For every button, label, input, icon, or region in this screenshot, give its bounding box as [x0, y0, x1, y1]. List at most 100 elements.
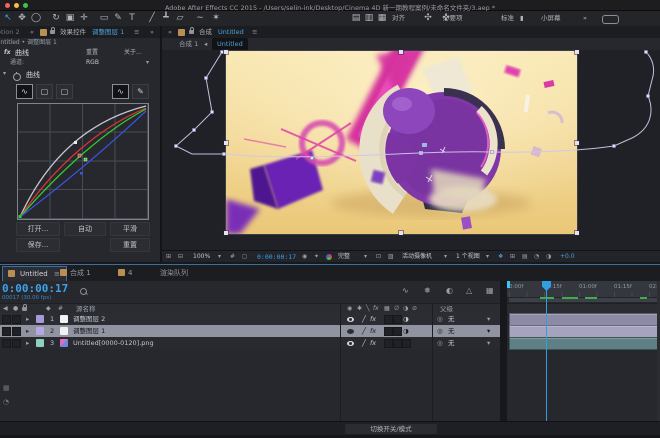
resolution-value[interactable]: 完整 — [338, 251, 350, 262]
brush-tool[interactable]: ╱ — [146, 11, 158, 26]
grid-guides-icon[interactable]: # — [230, 251, 235, 262]
curve-tool-button[interactable]: ∿ — [16, 84, 33, 99]
switch-box[interactable] — [402, 339, 411, 348]
parent-value[interactable]: 无 — [448, 337, 455, 349]
eye-icon[interactable] — [347, 317, 354, 322]
layer-row-3[interactable]: ▸ 3 Untitled[0000-0120].png ╱ fx ◎ 无 ▾ — [0, 337, 500, 349]
auto-curve-button[interactable]: 自动 — [64, 222, 106, 236]
about-effect-button[interactable]: 关于... — [124, 50, 142, 56]
work-area-start-marker[interactable] — [507, 281, 510, 288]
label-color-swatch[interactable] — [36, 339, 44, 347]
panel-title[interactable]: 效果控件 — [60, 26, 86, 38]
snapshot-icon[interactable]: ◉ — [302, 251, 307, 262]
mask-feather-icon[interactable]: ✣ — [422, 11, 434, 26]
collapse-panel-icon[interactable]: « — [168, 26, 172, 38]
align-icon-3[interactable]: ▦ — [376, 11, 388, 26]
twirl-down-icon[interactable]: ▾ — [3, 71, 6, 77]
transparency-grid-icon[interactable]: ▨ — [388, 251, 394, 262]
switch-box[interactable] — [384, 327, 393, 336]
curves-graph[interactable] — [17, 103, 149, 220]
flowchart-button-icon[interactable]: ◑ — [546, 251, 551, 262]
fx-toggle[interactable]: fx — [370, 313, 376, 325]
camera-dropdown-icon[interactable]: ▾ — [444, 251, 447, 262]
workspace-essentials[interactable]: 必要项 — [443, 11, 463, 26]
expand-layer-switches-icon[interactable]: ▦ — [3, 385, 10, 392]
current-timecode[interactable]: 0:00:00:17 — [2, 282, 68, 295]
expand-arrow-icon[interactable]: ▸ — [26, 313, 29, 325]
label-color-swatch[interactable] — [36, 315, 44, 323]
zoom-tool[interactable]: ◯ — [30, 11, 42, 26]
switch-box[interactable] — [384, 315, 393, 324]
playhead-line[interactable] — [546, 281, 547, 421]
camera-view-value[interactable]: 活动摄像机 — [402, 251, 432, 262]
toggle-switches-modes-button[interactable]: 切换开关/模式 — [345, 424, 437, 434]
panel-overflow-icon[interactable]: » — [150, 26, 154, 38]
selection-handle[interactable] — [399, 231, 403, 235]
region-of-interest-icon[interactable]: ⊡ — [376, 251, 381, 262]
panel-menu-icon[interactable]: ≡ — [252, 26, 257, 38]
expand-transfer-controls-icon[interactable]: ◔ — [3, 399, 9, 406]
render-queue-tab[interactable]: 渲染队列 — [160, 266, 188, 280]
channel-value[interactable]: RGB — [86, 60, 99, 66]
selection-tool[interactable]: ↖ — [2, 11, 14, 26]
timeline-splitter[interactable] — [500, 281, 507, 421]
timeline-tab-untitled[interactable]: Untitled ≡ — [2, 266, 67, 281]
viewer-tab-comp1[interactable]: 合成 1 — [174, 38, 203, 50]
timeline-button-icon[interactable]: ◔ — [534, 251, 539, 262]
timeline-tab-comp1[interactable]: 合成 1 — [70, 266, 91, 280]
video-toggle[interactable] — [2, 339, 11, 348]
roto-brush-tool[interactable]: ∼ — [194, 11, 206, 26]
panel-title[interactable]: 合成 — [199, 26, 212, 38]
composition-viewer[interactable] — [162, 50, 660, 250]
parent-value[interactable]: 无 — [448, 325, 455, 337]
pixel-aspect-icon[interactable]: ⊞ — [510, 251, 515, 262]
hand-tool[interactable]: ✥ — [16, 11, 28, 26]
expand-arrow-icon[interactable]: ▸ — [26, 337, 29, 349]
view-layout-dropdown-icon[interactable]: ▾ — [486, 251, 489, 262]
selection-handle[interactable] — [224, 231, 228, 235]
switch-box[interactable] — [393, 315, 402, 324]
resize-small-button[interactable]: ▢ — [36, 84, 53, 99]
collapse-icon[interactable]: ╱ — [362, 313, 366, 325]
frame-blend-icon[interactable]: ❅ — [424, 287, 431, 295]
fx-toggle[interactable]: fx — [370, 325, 376, 337]
viewer-back-icon[interactable]: ◂ — [204, 38, 207, 50]
video-toggle[interactable] — [2, 315, 11, 324]
clipped-panel-tab[interactable]: otion 2 — [0, 26, 20, 38]
video-toggle[interactable] — [2, 327, 11, 336]
view-layout-value[interactable]: 1 个视图 — [456, 251, 480, 262]
selection-handle[interactable] — [224, 50, 228, 54]
pencil-curve-button[interactable]: ✎ — [132, 84, 149, 99]
collapse-panel-icon[interactable]: « — [30, 26, 34, 38]
monitor-icon[interactable]: ⊟ — [178, 251, 183, 262]
parent-dropdown-icon[interactable]: ▾ — [487, 337, 490, 349]
collapse-icon[interactable]: ╱ — [362, 337, 366, 349]
show-channel-icon[interactable] — [326, 254, 332, 260]
panel-menu-icon[interactable]: ≡ — [134, 26, 139, 38]
switch-box[interactable] — [393, 327, 402, 336]
pickwhip-icon[interactable]: ◎ — [437, 313, 443, 325]
save-curve-button[interactable]: 保存... — [16, 238, 60, 252]
open-curve-button[interactable]: 打开... — [16, 222, 60, 236]
audio-toggle[interactable] — [12, 339, 21, 348]
switch-box[interactable] — [393, 339, 402, 348]
fx-toggle[interactable]: fx — [370, 337, 376, 349]
layer-row-2-selected[interactable]: ▸ 2 调整图层 1 ╱ fx ◑ ◎ 无 ▾ — [0, 325, 500, 337]
magnification-dropdown-icon[interactable]: ▾ — [218, 251, 221, 262]
magnification-value[interactable]: 100% — [193, 251, 210, 262]
show-snapshot-icon[interactable]: ✦ — [314, 251, 319, 262]
timeline-tab-4[interactable]: 4 — [128, 266, 132, 280]
selection-handle[interactable] — [399, 50, 403, 54]
shape-tool[interactable]: ▭ — [98, 11, 110, 26]
eye-icon[interactable] — [347, 341, 354, 346]
stopwatch-icon[interactable] — [13, 73, 21, 81]
workspace-standard[interactable]: 标准 — [501, 11, 514, 26]
motion-blur-icon[interactable]: ◐ — [446, 287, 453, 295]
effect-name[interactable]: 曲线 — [15, 50, 29, 57]
comp-mini-flowchart-icon[interactable]: ∿ — [402, 287, 409, 295]
align-icon-2[interactable]: ▥ — [363, 11, 375, 26]
parent-dropdown-icon[interactable]: ▾ — [487, 325, 490, 337]
expand-arrow-icon[interactable]: ▸ — [26, 325, 29, 337]
selection-handle[interactable] — [575, 231, 579, 235]
exposure-value[interactable]: +0.0 — [560, 251, 575, 262]
